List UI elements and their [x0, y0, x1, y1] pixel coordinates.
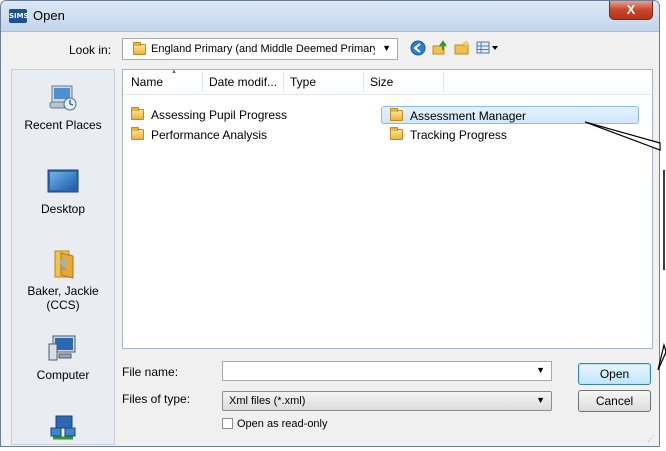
folder-icon: [133, 42, 146, 55]
up-folder-icon[interactable]: [431, 40, 449, 58]
column-date-modified[interactable]: Date modif...: [209, 75, 277, 89]
folder-icon: [390, 127, 403, 141]
close-icon: X: [626, 2, 636, 17]
place-label: Recent Places: [24, 118, 102, 132]
cancel-button[interactable]: Cancel: [578, 390, 651, 412]
file-list: Name ▲ Date modif... Type Size Assessing…: [122, 69, 653, 349]
desktop-icon: [47, 166, 79, 198]
item-label: Assessment Manager: [410, 109, 527, 123]
file-name-combo[interactable]: ▼: [222, 361, 552, 381]
back-icon[interactable]: [409, 40, 427, 58]
list-item-assessment-manager[interactable]: Assessment Manager: [381, 106, 639, 124]
column-size[interactable]: Size: [370, 75, 393, 89]
column-separator[interactable]: [202, 72, 203, 92]
chevron-down-icon[interactable]: ▼: [536, 365, 545, 375]
column-type[interactable]: Type: [290, 75, 316, 89]
place-desktop[interactable]: Desktop: [12, 166, 114, 216]
network-icon: [47, 414, 79, 442]
chevron-down-icon: ▼: [536, 395, 545, 405]
open-button[interactable]: Open: [578, 363, 651, 385]
folder-icon: [131, 127, 144, 141]
place-label: Computer: [36, 368, 90, 382]
item-label: Assessing Pupil Progress: [151, 108, 288, 122]
file-type-select[interactable]: Xml files (*.xml) ▼: [222, 391, 552, 411]
list-item-assessing-pupil-progress[interactable]: Assessing Pupil Progress: [131, 106, 287, 124]
folder-icon: [131, 107, 144, 121]
list-item-tracking-progress[interactable]: Tracking Progress: [390, 126, 507, 144]
user-folder-icon: [47, 248, 79, 280]
place-recent-places[interactable]: Recent Places: [12, 82, 114, 132]
column-name[interactable]: Name: [131, 75, 163, 89]
file-type-label: Files of type:: [122, 392, 191, 406]
chevron-down-icon: ▼: [382, 43, 391, 53]
item-label: Tracking Progress: [410, 128, 507, 142]
resize-grip-icon[interactable]: ⋰: [647, 434, 655, 443]
file-type-value: Xml files (*.xml): [229, 395, 306, 407]
look-in-label: Look in:: [69, 43, 112, 57]
place-computer[interactable]: Computer: [12, 334, 114, 382]
sort-up-icon: ▲: [171, 69, 177, 75]
column-separator[interactable]: [283, 72, 284, 92]
read-only-label: Open as read-only: [237, 417, 328, 430]
look-in-value: England Primary (and Middle Deemed Prima…: [151, 43, 375, 55]
file-name-field[interactable]: [226, 363, 530, 381]
new-folder-icon[interactable]: [453, 40, 471, 58]
open-dialog: SIMS Open X Look in: England Primary (an…: [0, 0, 660, 447]
place-network[interactable]: [12, 414, 114, 446]
column-separator[interactable]: [443, 72, 444, 92]
column-separator[interactable]: [363, 72, 364, 92]
dialog-title: Open: [33, 8, 65, 23]
title-bar[interactable]: SIMS Open X: [1, 1, 659, 32]
read-only-checkbox[interactable]: [222, 418, 233, 430]
place-label: Desktop: [40, 202, 86, 216]
sims-app-icon: SIMS: [9, 9, 29, 23]
column-header-row: Name ▲ Date modif... Type Size: [123, 69, 652, 95]
list-item-performance-analysis[interactable]: Performance Analysis: [131, 126, 267, 144]
file-name-label: File name:: [122, 365, 179, 379]
recent-places-icon: [47, 82, 79, 114]
item-label: Performance Analysis: [151, 128, 268, 142]
computer-icon: [47, 334, 79, 364]
place-label: Baker, Jackie (CCS): [27, 284, 99, 312]
places-bar: Recent Places Desktop Baker, Jackie (CCS…: [11, 69, 115, 445]
views-icon[interactable]: [475, 40, 501, 58]
place-user[interactable]: Baker, Jackie (CCS): [12, 248, 114, 312]
read-only-option[interactable]: Open as read-only: [222, 416, 328, 432]
look-in-dropdown[interactable]: England Primary (and Middle Deemed Prima…: [122, 38, 398, 60]
folder-icon: [390, 108, 403, 122]
close-button[interactable]: X: [609, 1, 653, 20]
